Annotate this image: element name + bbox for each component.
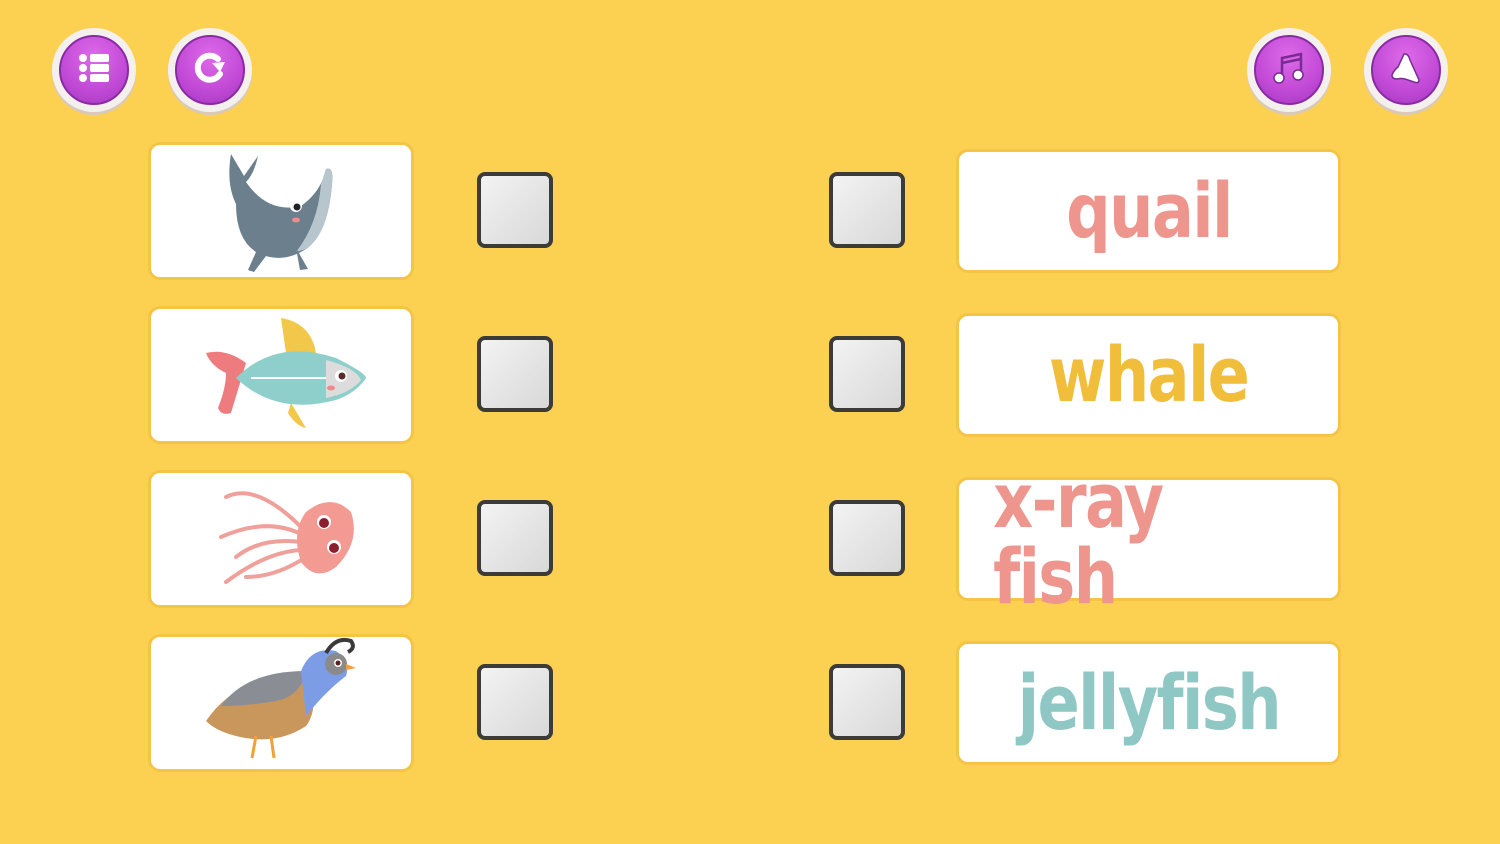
x-ray-fish-icon xyxy=(196,308,366,442)
word-card: jellyfish xyxy=(956,641,1341,765)
word-checkbox-whale[interactable] xyxy=(829,336,905,412)
word-card: quail xyxy=(956,149,1341,273)
word-checkbox-jellyfish[interactable] xyxy=(829,664,905,740)
menu-button[interactable] xyxy=(52,28,136,112)
speaker-icon xyxy=(1386,48,1426,92)
word-label: whale xyxy=(1048,330,1250,419)
word-card: whale xyxy=(956,313,1341,437)
word-label: x-ray fish xyxy=(993,456,1164,621)
word-checkbox-x-ray-fish[interactable] xyxy=(829,500,905,576)
word-label: quail xyxy=(1065,166,1233,255)
word-label: jellyfish xyxy=(1017,658,1281,747)
word-checkbox-quail[interactable] xyxy=(829,172,905,248)
word-card: x-ray fish xyxy=(956,463,1341,615)
jellyfish-icon xyxy=(196,472,366,606)
whale-icon xyxy=(196,144,366,278)
picture-card-quail xyxy=(148,634,414,772)
picture-card-whale xyxy=(148,142,414,280)
music-button[interactable] xyxy=(1247,28,1331,112)
list-icon xyxy=(74,48,114,92)
picture-checkbox-jellyfish[interactable] xyxy=(477,500,553,576)
picture-card-jellyfish xyxy=(148,470,414,608)
quail-icon xyxy=(196,636,366,770)
sound-button[interactable] xyxy=(1364,28,1448,112)
restart-icon xyxy=(190,48,230,92)
picture-checkbox-whale[interactable] xyxy=(477,172,553,248)
restart-button[interactable] xyxy=(168,28,252,112)
picture-checkbox-x-ray-fish[interactable] xyxy=(477,336,553,412)
picture-card-x-ray-fish xyxy=(148,306,414,444)
picture-checkbox-quail[interactable] xyxy=(477,664,553,740)
music-note-icon xyxy=(1269,48,1309,92)
